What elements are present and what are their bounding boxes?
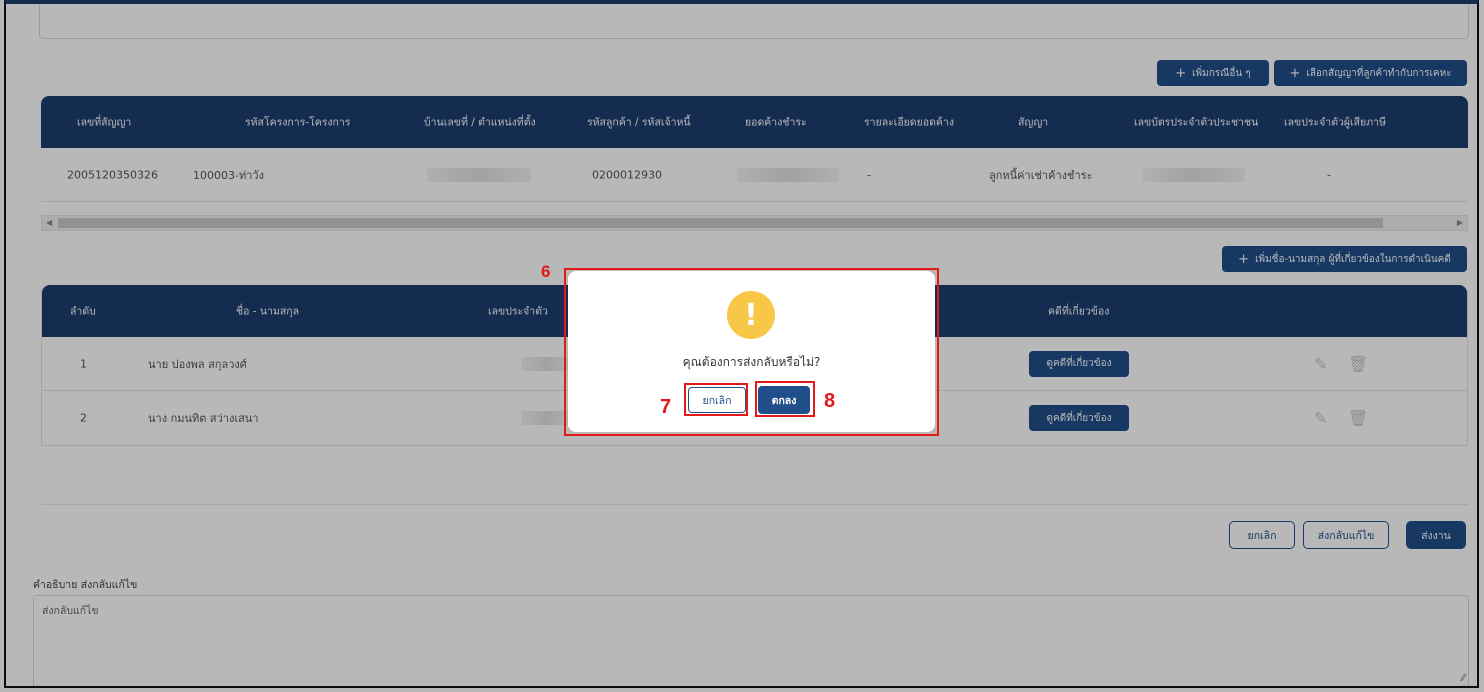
annotation-number-7: 7 bbox=[660, 396, 672, 418]
annotation-number-8: 8 bbox=[824, 390, 836, 412]
highlight-cancel bbox=[684, 383, 748, 416]
annotation-number-6: 6 bbox=[541, 262, 551, 281]
highlight-ok bbox=[755, 381, 815, 417]
highlight-dialog bbox=[564, 268, 939, 436]
